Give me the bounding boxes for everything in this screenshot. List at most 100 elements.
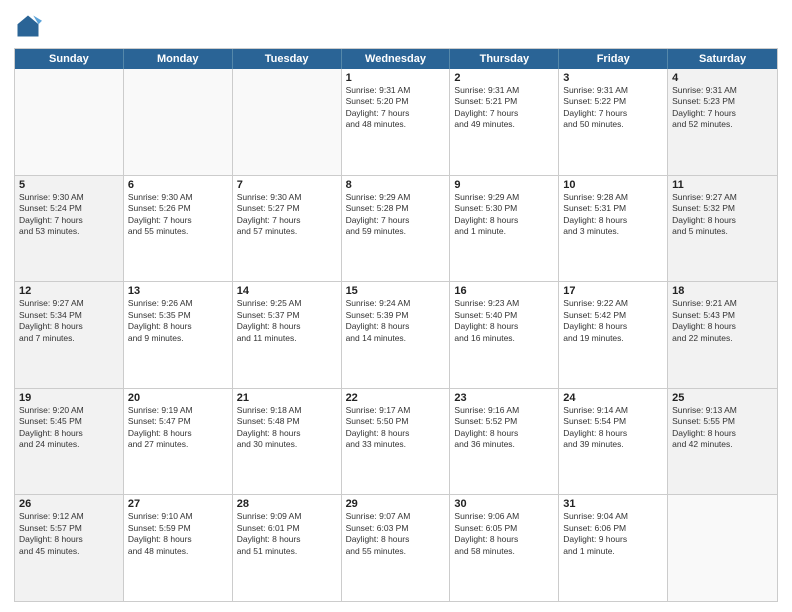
- calendar-cell: 8Sunrise: 9:29 AM Sunset: 5:28 PM Daylig…: [342, 176, 451, 282]
- calendar-cell: 11Sunrise: 9:27 AM Sunset: 5:32 PM Dayli…: [668, 176, 777, 282]
- page: SundayMondayTuesdayWednesdayThursdayFrid…: [0, 0, 792, 612]
- calendar-cell: 23Sunrise: 9:16 AM Sunset: 5:52 PM Dayli…: [450, 389, 559, 495]
- calendar: SundayMondayTuesdayWednesdayThursdayFrid…: [14, 48, 778, 602]
- weekday-header: Sunday: [15, 49, 124, 69]
- calendar-cell: 22Sunrise: 9:17 AM Sunset: 5:50 PM Dayli…: [342, 389, 451, 495]
- calendar-cell: 28Sunrise: 9:09 AM Sunset: 6:01 PM Dayli…: [233, 495, 342, 601]
- calendar-row: 19Sunrise: 9:20 AM Sunset: 5:45 PM Dayli…: [15, 388, 777, 495]
- day-number: 24: [563, 392, 663, 404]
- calendar-cell: 3Sunrise: 9:31 AM Sunset: 5:22 PM Daylig…: [559, 69, 668, 175]
- cell-info: Sunrise: 9:12 AM Sunset: 5:57 PM Dayligh…: [19, 511, 119, 557]
- cell-info: Sunrise: 9:29 AM Sunset: 5:28 PM Dayligh…: [346, 192, 446, 238]
- day-number: 29: [346, 498, 446, 510]
- calendar-cell: 6Sunrise: 9:30 AM Sunset: 5:26 PM Daylig…: [124, 176, 233, 282]
- calendar-cell: 18Sunrise: 9:21 AM Sunset: 5:43 PM Dayli…: [668, 282, 777, 388]
- cell-info: Sunrise: 9:10 AM Sunset: 5:59 PM Dayligh…: [128, 511, 228, 557]
- day-number: 21: [237, 392, 337, 404]
- day-number: 22: [346, 392, 446, 404]
- calendar-cell: 10Sunrise: 9:28 AM Sunset: 5:31 PM Dayli…: [559, 176, 668, 282]
- day-number: 18: [672, 285, 773, 297]
- calendar-cell: 26Sunrise: 9:12 AM Sunset: 5:57 PM Dayli…: [15, 495, 124, 601]
- calendar-cell: 2Sunrise: 9:31 AM Sunset: 5:21 PM Daylig…: [450, 69, 559, 175]
- calendar-cell: [15, 69, 124, 175]
- calendar-cell: 1Sunrise: 9:31 AM Sunset: 5:20 PM Daylig…: [342, 69, 451, 175]
- cell-info: Sunrise: 9:14 AM Sunset: 5:54 PM Dayligh…: [563, 405, 663, 451]
- calendar-row: 26Sunrise: 9:12 AM Sunset: 5:57 PM Dayli…: [15, 494, 777, 601]
- calendar-cell: 16Sunrise: 9:23 AM Sunset: 5:40 PM Dayli…: [450, 282, 559, 388]
- cell-info: Sunrise: 9:06 AM Sunset: 6:05 PM Dayligh…: [454, 511, 554, 557]
- cell-info: Sunrise: 9:07 AM Sunset: 6:03 PM Dayligh…: [346, 511, 446, 557]
- calendar-cell: 17Sunrise: 9:22 AM Sunset: 5:42 PM Dayli…: [559, 282, 668, 388]
- cell-info: Sunrise: 9:18 AM Sunset: 5:48 PM Dayligh…: [237, 405, 337, 451]
- day-number: 1: [346, 72, 446, 84]
- cell-info: Sunrise: 9:31 AM Sunset: 5:22 PM Dayligh…: [563, 85, 663, 131]
- day-number: 25: [672, 392, 773, 404]
- calendar-cell: [124, 69, 233, 175]
- day-number: 26: [19, 498, 119, 510]
- cell-info: Sunrise: 9:27 AM Sunset: 5:32 PM Dayligh…: [672, 192, 773, 238]
- calendar-row: 1Sunrise: 9:31 AM Sunset: 5:20 PM Daylig…: [15, 69, 777, 175]
- cell-info: Sunrise: 9:31 AM Sunset: 5:21 PM Dayligh…: [454, 85, 554, 131]
- day-number: 10: [563, 179, 663, 191]
- cell-info: Sunrise: 9:13 AM Sunset: 5:55 PM Dayligh…: [672, 405, 773, 451]
- day-number: 19: [19, 392, 119, 404]
- calendar-cell: 31Sunrise: 9:04 AM Sunset: 6:06 PM Dayli…: [559, 495, 668, 601]
- day-number: 28: [237, 498, 337, 510]
- logo-icon: [14, 12, 42, 40]
- day-number: 12: [19, 285, 119, 297]
- day-number: 9: [454, 179, 554, 191]
- weekday-header: Friday: [559, 49, 668, 69]
- cell-info: Sunrise: 9:22 AM Sunset: 5:42 PM Dayligh…: [563, 298, 663, 344]
- day-number: 30: [454, 498, 554, 510]
- cell-info: Sunrise: 9:28 AM Sunset: 5:31 PM Dayligh…: [563, 192, 663, 238]
- cell-info: Sunrise: 9:23 AM Sunset: 5:40 PM Dayligh…: [454, 298, 554, 344]
- cell-info: Sunrise: 9:19 AM Sunset: 5:47 PM Dayligh…: [128, 405, 228, 451]
- header: [14, 12, 778, 40]
- calendar-header: SundayMondayTuesdayWednesdayThursdayFrid…: [15, 49, 777, 69]
- weekday-header: Monday: [124, 49, 233, 69]
- calendar-cell: 27Sunrise: 9:10 AM Sunset: 5:59 PM Dayli…: [124, 495, 233, 601]
- cell-info: Sunrise: 9:25 AM Sunset: 5:37 PM Dayligh…: [237, 298, 337, 344]
- day-number: 8: [346, 179, 446, 191]
- cell-info: Sunrise: 9:30 AM Sunset: 5:24 PM Dayligh…: [19, 192, 119, 238]
- calendar-cell: [233, 69, 342, 175]
- cell-info: Sunrise: 9:31 AM Sunset: 5:20 PM Dayligh…: [346, 85, 446, 131]
- calendar-cell: 13Sunrise: 9:26 AM Sunset: 5:35 PM Dayli…: [124, 282, 233, 388]
- calendar-cell: 7Sunrise: 9:30 AM Sunset: 5:27 PM Daylig…: [233, 176, 342, 282]
- cell-info: Sunrise: 9:09 AM Sunset: 6:01 PM Dayligh…: [237, 511, 337, 557]
- calendar-body: 1Sunrise: 9:31 AM Sunset: 5:20 PM Daylig…: [15, 69, 777, 601]
- cell-info: Sunrise: 9:17 AM Sunset: 5:50 PM Dayligh…: [346, 405, 446, 451]
- cell-info: Sunrise: 9:26 AM Sunset: 5:35 PM Dayligh…: [128, 298, 228, 344]
- day-number: 16: [454, 285, 554, 297]
- calendar-cell: 15Sunrise: 9:24 AM Sunset: 5:39 PM Dayli…: [342, 282, 451, 388]
- calendar-cell: 25Sunrise: 9:13 AM Sunset: 5:55 PM Dayli…: [668, 389, 777, 495]
- cell-info: Sunrise: 9:21 AM Sunset: 5:43 PM Dayligh…: [672, 298, 773, 344]
- calendar-cell: 20Sunrise: 9:19 AM Sunset: 5:47 PM Dayli…: [124, 389, 233, 495]
- weekday-header: Thursday: [450, 49, 559, 69]
- cell-info: Sunrise: 9:29 AM Sunset: 5:30 PM Dayligh…: [454, 192, 554, 238]
- day-number: 5: [19, 179, 119, 191]
- day-number: 14: [237, 285, 337, 297]
- calendar-row: 5Sunrise: 9:30 AM Sunset: 5:24 PM Daylig…: [15, 175, 777, 282]
- cell-info: Sunrise: 9:04 AM Sunset: 6:06 PM Dayligh…: [563, 511, 663, 557]
- calendar-cell: [668, 495, 777, 601]
- cell-info: Sunrise: 9:24 AM Sunset: 5:39 PM Dayligh…: [346, 298, 446, 344]
- calendar-cell: 14Sunrise: 9:25 AM Sunset: 5:37 PM Dayli…: [233, 282, 342, 388]
- calendar-cell: 12Sunrise: 9:27 AM Sunset: 5:34 PM Dayli…: [15, 282, 124, 388]
- day-number: 11: [672, 179, 773, 191]
- cell-info: Sunrise: 9:20 AM Sunset: 5:45 PM Dayligh…: [19, 405, 119, 451]
- day-number: 15: [346, 285, 446, 297]
- weekday-header: Tuesday: [233, 49, 342, 69]
- calendar-cell: 30Sunrise: 9:06 AM Sunset: 6:05 PM Dayli…: [450, 495, 559, 601]
- calendar-cell: 24Sunrise: 9:14 AM Sunset: 5:54 PM Dayli…: [559, 389, 668, 495]
- cell-info: Sunrise: 9:16 AM Sunset: 5:52 PM Dayligh…: [454, 405, 554, 451]
- day-number: 27: [128, 498, 228, 510]
- day-number: 6: [128, 179, 228, 191]
- cell-info: Sunrise: 9:30 AM Sunset: 5:27 PM Dayligh…: [237, 192, 337, 238]
- calendar-cell: 9Sunrise: 9:29 AM Sunset: 5:30 PM Daylig…: [450, 176, 559, 282]
- cell-info: Sunrise: 9:27 AM Sunset: 5:34 PM Dayligh…: [19, 298, 119, 344]
- calendar-row: 12Sunrise: 9:27 AM Sunset: 5:34 PM Dayli…: [15, 281, 777, 388]
- weekday-header: Wednesday: [342, 49, 451, 69]
- logo: [14, 12, 46, 40]
- calendar-cell: 21Sunrise: 9:18 AM Sunset: 5:48 PM Dayli…: [233, 389, 342, 495]
